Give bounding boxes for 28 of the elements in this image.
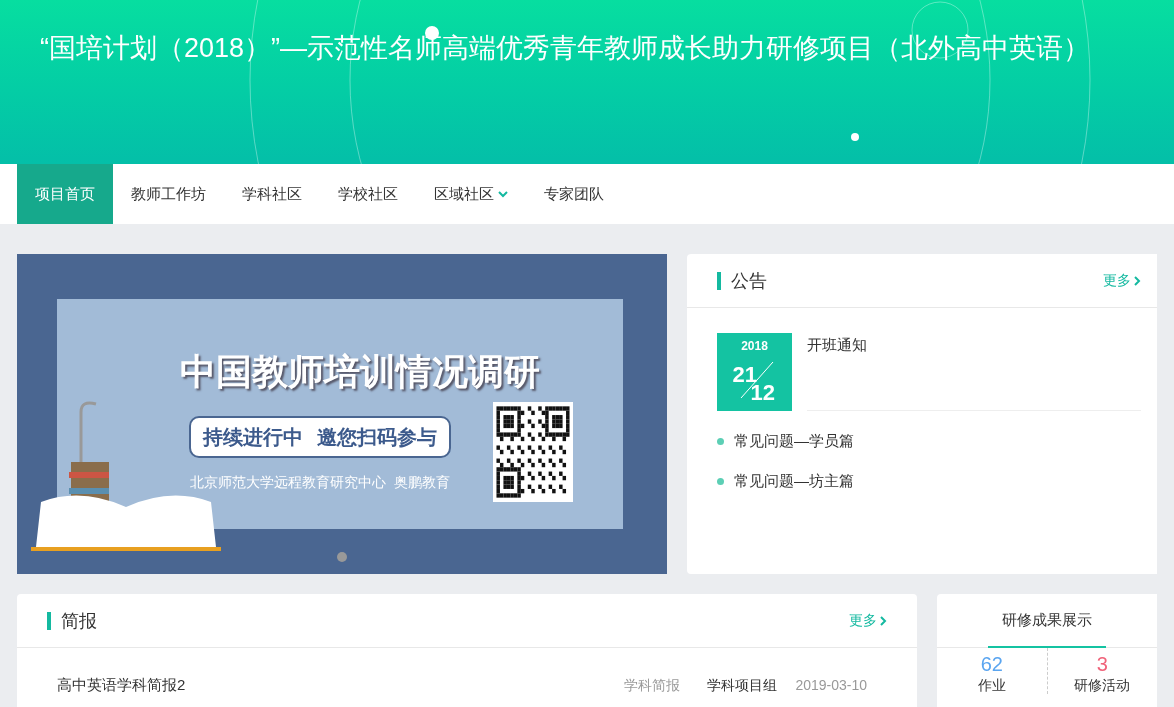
briefing-link[interactable]: 高中英语学科简报2 [57,673,625,697]
nav-tab[interactable]: 学校社区 [320,164,416,224]
notice-link[interactable]: 常见问题—学员篇 [734,429,854,453]
banner-credit: 北京师范大学远程教育研究中心 奥鹏教育 [190,473,450,492]
banner-title: 中国教师培训情况调研 [180,349,540,394]
banner-pill: 持续进行中 邀您扫码参与 [189,416,451,458]
results-tab[interactable]: 研修成果展示 [988,594,1106,648]
stat-label: 研修活动 [1074,676,1131,694]
nav-tab[interactable]: 教师工作坊 [113,164,224,224]
nav-tab[interactable]: 区域社区 [416,164,526,224]
briefing-category: 学科简报 [624,675,681,695]
bullet-icon [717,477,724,485]
stat-value: 62 [980,652,1003,676]
nav-tab[interactable]: 学科社区 [224,164,320,224]
notice-link[interactable]: 常见问题—坊主篇 [734,469,854,493]
stat-label: 作业 [977,676,1006,694]
nav-tab[interactable]: 专家团队 [526,164,622,224]
notice-link[interactable]: 开班通知 [807,336,867,353]
notice-heading: 公告 [717,271,767,290]
chevron-right-icon [1133,275,1141,286]
briefing-heading: 简报 [47,611,97,630]
stat-value: 3 [1096,652,1108,676]
chevron-right-icon [879,615,887,626]
briefing-author: 学科项目组 [707,675,778,695]
date-year: 2018 [741,338,768,355]
qr-code-icon [493,402,573,502]
briefing-date: 2019-03-10 [795,675,867,695]
bullet-icon [717,437,724,445]
